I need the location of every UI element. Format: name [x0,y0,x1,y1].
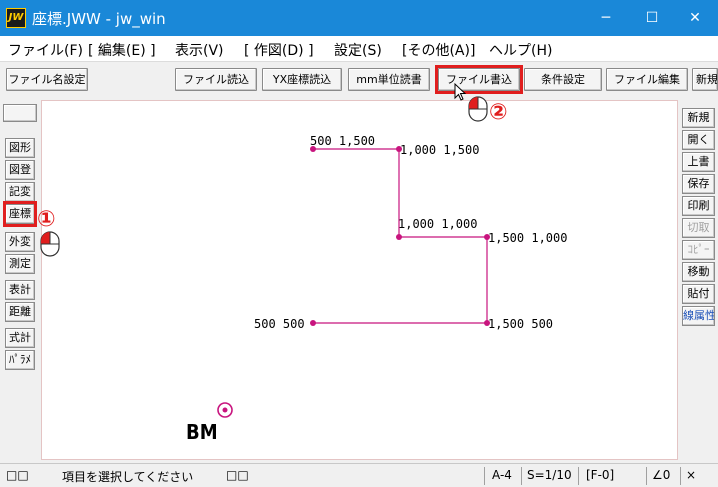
status-message: 項目を選択してください [62,470,194,484]
cursor-arrow-icon [454,82,467,101]
mouse-icon-left-click [40,231,60,257]
status-layer[interactable]: [F-0] [586,468,614,482]
step-2-callout: ② [489,100,508,125]
callout-overlay: ① ② [37,82,508,257]
status-separator [680,467,681,485]
status-separator [484,467,485,485]
status-mid-boxes: □□ [226,468,249,482]
status-bar: □□ 項目を選択してください □□ A-4 S=1/10 [F-0] ∠0 × [0,463,718,487]
status-separator [578,467,579,485]
status-separator [521,467,522,485]
status-angle[interactable]: ∠0 [652,468,670,482]
mouse-icon-left-click-2 [468,96,488,122]
step-1-callout: ① [37,207,56,232]
status-paper-size[interactable]: A-4 [492,468,512,482]
status-scale[interactable]: S=1/10 [527,468,572,482]
status-left-boxes: □□ [6,468,29,482]
status-separator [646,467,647,485]
status-end-icon[interactable]: × [686,468,696,482]
